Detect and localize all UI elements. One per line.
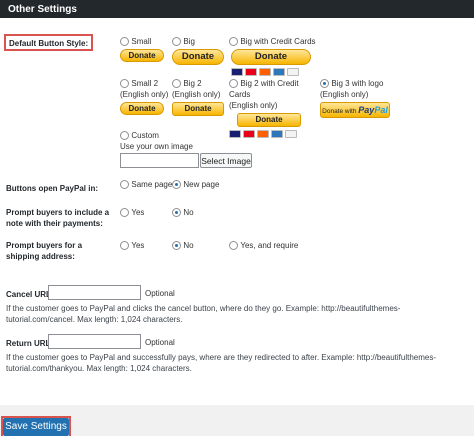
return-url-help: If the customer goes to PayPal and succe… xyxy=(6,353,436,373)
cancel-url-input[interactable] xyxy=(48,285,141,300)
credit-cards-row xyxy=(231,68,319,76)
return-url-optional: Optional xyxy=(145,338,175,347)
open-same-page-option[interactable]: Same page xyxy=(120,179,172,190)
open-new-page-option[interactable]: New page xyxy=(172,179,219,190)
footer: Save Settings xyxy=(0,405,474,436)
shipping-no-radio[interactable] xyxy=(172,241,181,251)
prompt-shipping-label: Prompt buyers for a shipping address: xyxy=(6,241,83,261)
style-option-big2-cards-label: Big 2 with Credit Cards (English only) xyxy=(229,79,299,110)
paypal-logo-pay: Pay xyxy=(358,105,375,115)
donate-button-small2: Donate xyxy=(120,102,164,115)
cancel-url-optional: Optional xyxy=(145,289,175,298)
note-no-radio[interactable] xyxy=(172,208,181,218)
donate-with-text: Donate with xyxy=(322,108,357,115)
custom-image-input[interactable] xyxy=(120,153,199,168)
donate-button-big: Donate xyxy=(172,49,224,65)
style-option-small-label: Small xyxy=(131,37,152,46)
note-yes-option[interactable]: Yes xyxy=(120,207,144,218)
style-radio-big3-logo[interactable] xyxy=(320,79,329,89)
donate-button-small-text: Donate xyxy=(128,51,156,60)
select-image-button[interactable]: Select Image xyxy=(200,153,252,168)
style-radio-big-cards[interactable] xyxy=(229,37,238,47)
donate-with-paypal-button: Donate with PayPal xyxy=(320,102,390,118)
prompt-note-label: Prompt buyers to include a note with the… xyxy=(6,208,110,228)
section-title: Other Settings xyxy=(8,4,77,15)
donate-button-small2-text: Donate xyxy=(128,104,156,113)
settings-panel: Default Button Style: Small Donate Big D… xyxy=(0,18,474,405)
style-radio-small[interactable] xyxy=(120,37,129,47)
bank-card-icon xyxy=(285,130,297,138)
shipping-require-radio[interactable] xyxy=(229,241,238,251)
select-image-label: Select Image xyxy=(201,156,251,166)
style-option-big3-logo[interactable]: Big 3 with logo (English only) Donate wi… xyxy=(320,78,392,118)
amex-card-icon xyxy=(273,68,285,76)
donate-button-big-text: Donate xyxy=(181,51,215,62)
donate-button-big2-cards-text: Donate xyxy=(255,115,283,124)
donate-button-big2-text: Donate xyxy=(184,104,212,113)
donate-button-big-cards-text: Donate xyxy=(254,51,288,62)
open-new-page-radio[interactable] xyxy=(172,180,181,190)
style-option-big3-logo-label: Big 3 with logo (English only) xyxy=(320,79,384,99)
visa-card-icon xyxy=(231,68,243,76)
shipping-yes-radio[interactable] xyxy=(120,241,129,251)
paypal-logo-pal: Pal xyxy=(374,105,388,115)
cancel-url-label: Cancel URL: xyxy=(6,290,54,299)
style-option-big2-cards[interactable]: Big 2 with Credit Cards (English only) D… xyxy=(229,78,321,138)
shipping-no-label: No xyxy=(183,241,194,250)
mastercard-card-icon xyxy=(245,68,257,76)
default-button-style-text: Default Button Style: xyxy=(9,39,89,48)
custom-image-hint: Use your own image xyxy=(120,142,193,151)
open-paypal-label: Buttons open PayPal in: xyxy=(6,184,99,193)
style-radio-small2[interactable] xyxy=(120,79,129,89)
default-button-style-label: Default Button Style: xyxy=(4,34,94,51)
shipping-require-label: Yes, and require xyxy=(240,241,299,250)
style-option-big2[interactable]: Big 2 (English only) Donate xyxy=(172,78,226,116)
return-url-input[interactable] xyxy=(48,334,141,349)
discover-card-icon xyxy=(259,68,271,76)
shipping-no-option[interactable]: No xyxy=(172,240,194,251)
donate-button-big-cards: Donate xyxy=(231,49,311,65)
note-yes-radio[interactable] xyxy=(120,208,129,218)
style-radio-big2-cards[interactable] xyxy=(229,79,238,89)
style-radio-big2[interactable] xyxy=(172,79,181,89)
style-option-big-label: Big xyxy=(183,37,195,46)
section-header: Other Settings xyxy=(0,0,474,18)
donate-button-big2: Donate xyxy=(172,102,224,116)
style-radio-custom[interactable] xyxy=(120,131,129,141)
bank-card-icon xyxy=(287,68,299,76)
cancel-url-help: If the customer goes to PayPal and click… xyxy=(6,304,401,324)
note-yes-label: Yes xyxy=(131,208,145,217)
style-option-small2[interactable]: Small 2 (English only) Donate xyxy=(120,78,170,115)
save-settings-highlight: Save Settings xyxy=(1,416,71,436)
open-same-page-radio[interactable] xyxy=(120,180,129,190)
donate-button-small: Donate xyxy=(120,49,164,62)
shipping-yes-label: Yes xyxy=(131,241,145,250)
shipping-require-option[interactable]: Yes, and require xyxy=(229,240,298,251)
save-settings-button[interactable]: Save Settings xyxy=(3,418,69,436)
style-radio-big[interactable] xyxy=(172,37,181,47)
save-settings-label: Save Settings xyxy=(5,421,67,432)
style-option-custom-label: Custom xyxy=(131,131,159,140)
note-no-option[interactable]: No xyxy=(172,207,194,218)
style-option-big[interactable]: Big Donate xyxy=(172,36,226,65)
amex-card-icon xyxy=(271,130,283,138)
donate-button-big2-cards: Donate xyxy=(237,113,301,127)
open-new-page-label: New page xyxy=(183,180,220,189)
return-url-label: Return URL: xyxy=(6,339,54,348)
style-option-custom[interactable]: Custom Use your own image xyxy=(120,130,260,152)
paypal-logo: PayPal xyxy=(358,105,388,115)
open-same-page-label: Same page xyxy=(131,180,173,189)
style-option-small[interactable]: Small Donate xyxy=(120,36,168,62)
shipping-yes-option[interactable]: Yes xyxy=(120,240,144,251)
note-no-label: No xyxy=(183,208,194,217)
style-option-big-cards[interactable]: Big with Credit Cards Donate xyxy=(229,36,319,76)
style-option-big-cards-label: Big with Credit Cards xyxy=(240,37,316,46)
